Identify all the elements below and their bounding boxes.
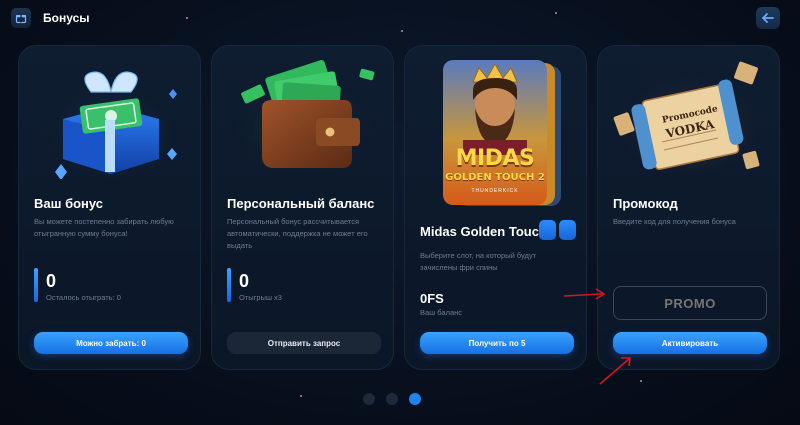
pagination <box>363 393 421 405</box>
wallet-illustration <box>232 59 377 180</box>
scroll-illustration: Promocode VODKA <box>608 52 773 182</box>
free-spins-count: 0FS <box>420 291 444 306</box>
personal-balance-card: Персональный баланс Персональный бонус р… <box>211 45 394 370</box>
page-dot-active[interactable] <box>409 393 421 405</box>
value-bar <box>227 268 231 302</box>
slot-game-thumbnail[interactable]: MIDAS GOLDEN TOUCH 2 THUNDERKICK <box>443 60 563 210</box>
page-title: Бонусы <box>43 11 90 25</box>
slot-title: MIDAS <box>455 146 535 171</box>
page-dot[interactable] <box>386 393 398 405</box>
value-subtitle: Осталось отыграть: 0 <box>46 293 121 302</box>
promocode-input[interactable] <box>613 286 767 320</box>
gift-icon[interactable] <box>11 8 31 28</box>
card-description: Выберите слот, на который будут зачислен… <box>420 251 537 272</box>
back-arrow-icon[interactable] <box>756 7 780 29</box>
slot-switcher <box>539 220 576 240</box>
card-title: Midas Golden Touc… <box>420 224 552 239</box>
card-title: Промокод <box>613 196 678 211</box>
free-spins-card: MIDAS GOLDEN TOUCH 2 THUNDERKICK Midas G… <box>404 45 587 370</box>
card-description: Введите код для получения бонуса <box>613 217 736 226</box>
card-description: Вы можете постепенно забирать любую отыг… <box>34 217 174 238</box>
bonus-card: Ваш бонус Вы можете постепенно забирать … <box>18 45 201 370</box>
gift-box-illustration <box>41 64 181 180</box>
slot-provider: THUNDERKICK <box>471 188 519 194</box>
prev-slot-button[interactable] <box>539 220 556 240</box>
claim-bonus-button[interactable]: Можно забрать: 0 <box>34 332 188 354</box>
activate-button[interactable]: Активировать <box>613 332 767 354</box>
value-number: 0 <box>239 271 250 291</box>
card-description: Персональный бонус рассчитывается автома… <box>227 217 368 250</box>
value-bar <box>34 268 38 302</box>
annotation-arrow <box>563 288 606 300</box>
annotation-arrow <box>599 357 631 385</box>
next-slot-button[interactable] <box>559 220 576 240</box>
card-title: Персональный баланс <box>227 196 375 211</box>
card-title: Ваш бонус <box>34 196 104 211</box>
get-free-spins-button[interactable]: Получить по 5 <box>420 332 574 354</box>
slot-subtitle: GOLDEN TOUCH 2 <box>445 172 545 183</box>
value-subtitle: Отыгрыш x3 <box>239 293 282 302</box>
value-number: 0 <box>46 271 57 291</box>
send-request-button[interactable]: Отправить запрос <box>227 332 381 354</box>
page-dot[interactable] <box>363 393 375 405</box>
promocode-card: Promocode VODKA Промокод Введите код для… <box>597 45 780 370</box>
top-bar: Бонусы <box>0 0 800 36</box>
free-spins-subtitle: Ваш баланс <box>420 308 463 317</box>
